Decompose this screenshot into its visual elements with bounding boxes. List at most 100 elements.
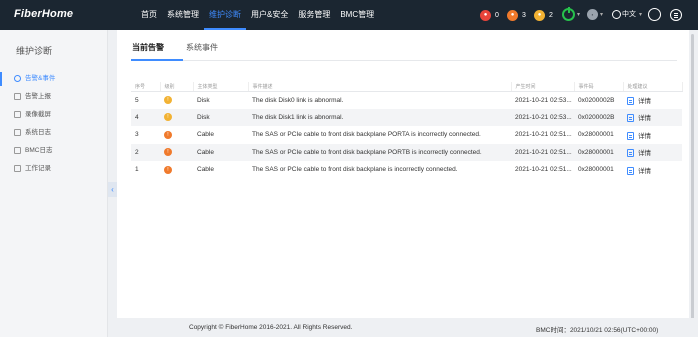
column-header-event-code[interactable]: 事件码 [574,82,624,92]
chevron-down-icon[interactable]: ▾ [577,11,580,18]
nav-service-management[interactable]: 服务管理 [293,0,335,30]
alarm-table: 序号 级别 主体类型 事件描述 产生时间 事件码 处理建议 5 ! Disk T… [131,82,683,179]
table-row: 4 ! Disk The disk Disk1 link is abnormal… [131,108,682,126]
details-link[interactable]: 详情 [627,149,651,158]
sidebar-item-video-capture[interactable]: 录像截屏 [0,106,108,124]
details-label: 详情 [638,97,651,105]
event-time: 2021-10-21 02:53... [515,96,572,104]
details-link[interactable]: 详情 [627,166,651,175]
document-icon [627,166,634,175]
column-header-description[interactable]: 事件描述 [248,82,512,92]
subject-type: Cable [193,143,248,161]
event-description: The SAS or PCIe cable to front disk back… [252,131,481,139]
page-scrollbar[interactable] [691,34,694,324]
log-icon [14,129,21,136]
sidebar-item-label: 告警&事件 [25,75,56,82]
row-index: 3 [135,131,139,139]
report-icon [14,93,21,100]
alarm-tabs: 当前告警 系统事件 [131,30,677,61]
major-alert-icon: ● [507,10,518,21]
nav-home[interactable]: 首页 [136,0,162,30]
row-index: 5 [135,96,139,104]
row-index: 2 [131,143,160,161]
details-label: 详情 [638,167,651,175]
severity-cell: ! [160,161,193,179]
major-alert-counter[interactable]: ● 3 [507,9,526,22]
chevron-left-icon: ‹ [111,185,114,194]
nav-bmc-management[interactable]: BMC管理 [335,0,379,30]
table-row: 1 ! Cable The SAS or PCIe cable to front… [131,161,682,179]
table-row: 2 ! Cable The SAS or PCIe cable to front… [131,143,682,161]
server-status-icon[interactable]: ▪ [587,9,598,20]
details-label: 详情 [638,150,651,158]
details-label: 详情 [638,132,651,140]
details-link[interactable]: 详情 [627,131,651,140]
nav-system-management[interactable]: 系统管理 [162,0,204,30]
sidebar-title: 维护诊断 [16,46,53,56]
minor-alert-count: 2 [549,12,553,19]
globe-icon[interactable] [612,10,621,19]
minor-alert-icon: ● [534,10,545,21]
event-code: 0x0200002B [578,96,615,104]
table-row: 5 ! Disk The disk Disk0 link is abnormal… [131,91,682,109]
minor-alert-counter[interactable]: ● 2 [534,9,553,22]
top-navigation-bar: FiberHome 首页 系统管理 维护诊断 用户&安全 服务管理 BMC管理 … [0,0,698,30]
details-label: 详情 [638,115,651,123]
nav-user-security[interactable]: 用户&安全 [246,0,293,30]
sidebar-item-alarm-event[interactable]: 告警&事件 [0,70,108,88]
suggestion-cell: 详情 [623,91,682,109]
subject-type: Cable [197,131,214,139]
chevron-down-icon[interactable]: ▾ [639,11,642,18]
sidebar-item-label: 工作记录 [25,165,51,172]
sidebar-item-work-record[interactable]: 工作记录 [0,160,108,178]
suggestion-cell: 详情 [623,143,682,161]
tab-current-alarms[interactable]: 当前告警 [132,42,164,53]
critical-alert-count: 0 [495,12,499,19]
row-index: 4 [131,108,160,126]
severity-cell: ! [160,108,193,126]
column-header-severity[interactable]: 级别 [160,82,194,92]
minor-severity-icon: ! [164,113,172,122]
fiberhome-logo[interactable]: FiberHome [14,8,73,20]
nav-maintenance-diagnosis[interactable]: 维护诊断 [204,0,246,30]
table-header-row: 序号 级别 主体类型 事件描述 产生时间 事件码 处理建议 [131,82,683,92]
sidebar-item-bmc-log[interactable]: BMC日志 [0,142,108,160]
sidebar-item-alarm-report[interactable]: 告警上报 [0,88,108,106]
document-icon [627,97,634,106]
language-selector[interactable]: 中文 [622,9,636,19]
column-header-suggestion[interactable]: 处理建议 [623,82,683,92]
chevron-down-icon[interactable]: ▾ [600,11,603,18]
event-description: The disk Disk0 link is abnormal. [252,96,344,104]
column-header-time[interactable]: 产生时间 [511,82,575,92]
sidebar-item-system-log[interactable]: 系统日志 [0,124,108,142]
main-nav: 首页 系统管理 维护诊断 用户&安全 服务管理 BMC管理 [136,0,379,30]
major-severity-icon: ! [164,148,172,157]
details-link[interactable]: 详情 [627,114,651,123]
column-header-index[interactable]: 序号 [131,82,161,92]
details-link[interactable]: 详情 [627,97,651,106]
critical-alert-counter[interactable]: ● 0 [480,9,499,22]
event-code: 0x28000001 [578,131,614,139]
event-time: 2021-10-21 02:51... [515,166,572,174]
power-status-icon[interactable] [562,7,575,21]
event-description: The SAS or PCIe cable to front disk back… [248,143,511,161]
severity-cell: ! [160,91,193,109]
event-time: 2021-10-21 02:53... [511,108,574,126]
event-code: 0x0200002B [574,108,623,126]
tab-system-events[interactable]: 系统事件 [186,42,218,53]
menu-icon[interactable] [670,9,682,21]
sidebar: 维护诊断 告警&事件 告警上报 录像截屏 系统日志 BMC日志 工作记录 [0,30,108,337]
collapse-sidebar-button[interactable]: ‹ [108,182,117,197]
column-header-subject-type[interactable]: 主体类型 [193,82,249,92]
document-icon [627,114,634,123]
sidebar-item-label: 录像截屏 [25,111,51,118]
subject-type: Disk [197,96,210,104]
severity-cell: ! [160,143,193,161]
severity-cell: ! [160,126,193,144]
critical-alert-icon: ● [480,10,491,21]
subject-type: Cable [197,166,214,174]
table-row: 3 ! Cable The SAS or PCIe cable to front… [131,126,682,144]
event-code: 0x28000001 [578,166,614,174]
user-icon[interactable] [648,8,661,21]
event-time: 2021-10-21 02:51... [511,143,574,161]
